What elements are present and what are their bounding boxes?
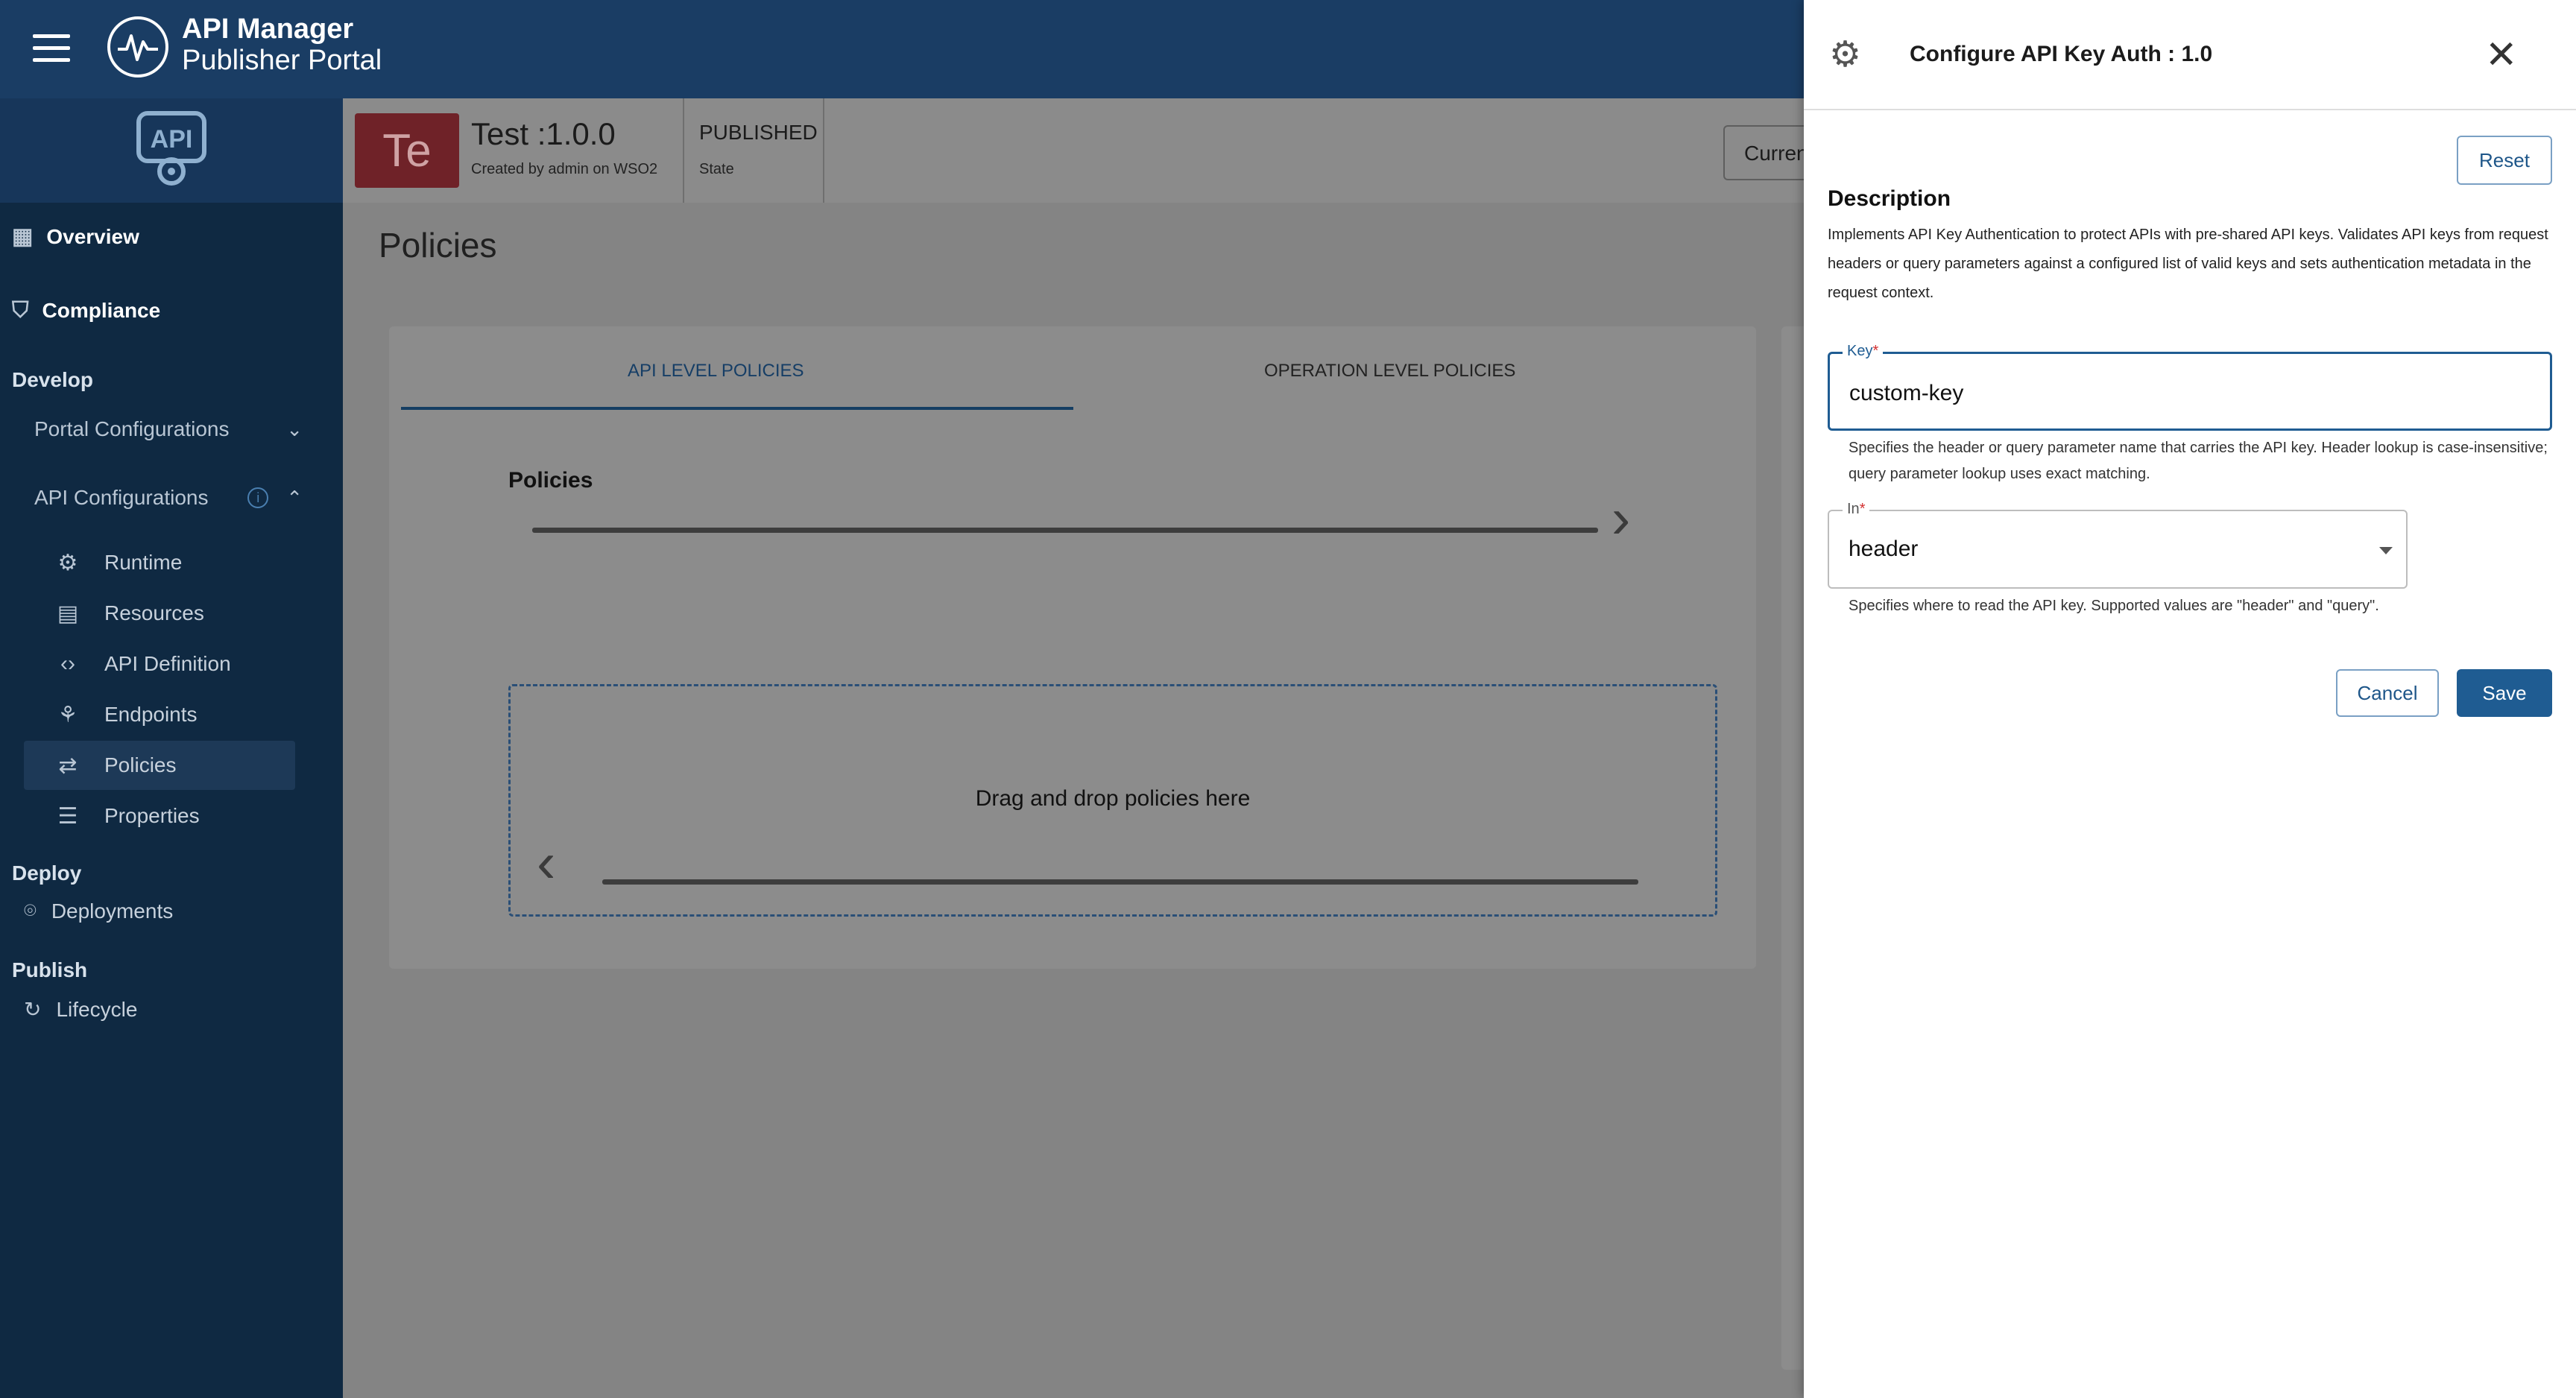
close-icon[interactable]: ✕ bbox=[2485, 34, 2518, 76]
group-label: API Configurations bbox=[34, 486, 209, 509]
app-title-line2: Publisher Portal bbox=[182, 45, 382, 76]
section-develop: Develop bbox=[12, 368, 93, 391]
page-title: Policies bbox=[379, 226, 497, 265]
resources-icon: ▤ bbox=[57, 601, 79, 626]
sidebar-item-label: Deployments bbox=[51, 899, 174, 923]
app-title: API Manager Publisher Portal bbox=[182, 13, 382, 76]
response-flow-line bbox=[602, 879, 1638, 885]
api-logo-text: API bbox=[151, 125, 193, 154]
tab-operation-level-policies[interactable]: OPERATION LEVEL POLICIES bbox=[1264, 361, 1515, 382]
sidebar-item-properties[interactable]: ☰ Properties bbox=[24, 791, 295, 841]
configure-policy-drawer: ⚙ Configure API Key Auth : 1.0 ✕ Reset D… bbox=[1804, 0, 2576, 1398]
info-icon[interactable]: i bbox=[247, 487, 269, 508]
gear-icon: ⚙ bbox=[57, 550, 78, 575]
in-select[interactable]: header bbox=[1828, 510, 2408, 589]
sidebar-item-label: Resources bbox=[104, 601, 204, 624]
sidebar-item-api-definition[interactable]: ‹› API Definition bbox=[24, 639, 295, 689]
policies-heading: Policies bbox=[508, 468, 593, 493]
in-select-label: In* bbox=[1843, 501, 1870, 518]
sidebar-item-label: Endpoints bbox=[104, 703, 198, 726]
dropzone-text: Drag and drop policies here bbox=[975, 786, 1251, 811]
sidebar-item-label: Runtime bbox=[104, 551, 183, 574]
divider bbox=[683, 98, 684, 203]
menu-icon[interactable] bbox=[33, 34, 70, 64]
app-title-line1: API Manager bbox=[182, 13, 354, 45]
code-icon: ‹› bbox=[60, 651, 75, 676]
sidebar-item-label: Properties bbox=[104, 804, 200, 827]
required-mark: * bbox=[1859, 501, 1866, 517]
dropdown-arrow-icon bbox=[2379, 547, 2393, 554]
sidebar: API ▦ Overview ⛉ Compliance Develop Port… bbox=[0, 98, 343, 1398]
sidebar-item-deployments[interactable]: ⌾ Deployments bbox=[24, 899, 173, 923]
description-heading: Description bbox=[1828, 186, 1951, 211]
shield-icon: ⛉ bbox=[12, 298, 29, 323]
sidebar-item-runtime[interactable]: ⚙ Runtime bbox=[24, 538, 295, 587]
reset-button[interactable]: Reset bbox=[2457, 136, 2552, 185]
sidebar-item-label: Compliance bbox=[42, 299, 161, 322]
api-state-label: State bbox=[699, 161, 734, 177]
in-select-value: header bbox=[1849, 537, 1919, 561]
key-field-helper: Specifies the header or query parameter … bbox=[1849, 440, 2548, 482]
api-state-value: PUBLISHED bbox=[699, 121, 818, 144]
chevron-left-icon: ‹ bbox=[537, 831, 556, 894]
sidebar-item-label: Policies bbox=[104, 753, 177, 777]
tab-api-level-policies[interactable]: API LEVEL POLICIES bbox=[628, 361, 804, 382]
section-publish: Publish bbox=[12, 958, 88, 981]
api-gear-icon: API bbox=[136, 111, 206, 186]
drawer-header: ⚙ Configure API Key Auth : 1.0 ✕ bbox=[1804, 0, 2576, 110]
swap-arrows-icon: ⇄ bbox=[58, 753, 78, 778]
required-mark: * bbox=[1872, 343, 1879, 359]
key-field-value[interactable]: custom-key bbox=[1849, 381, 1963, 406]
group-label: Portal Configurations bbox=[34, 417, 230, 440]
endpoints-icon: ⚘ bbox=[57, 702, 78, 727]
sidebar-item-label: Lifecycle bbox=[56, 997, 138, 1021]
chevron-right-icon: › bbox=[1611, 487, 1631, 550]
dashboard-icon: ▦ bbox=[12, 224, 34, 249]
section-deploy: Deploy bbox=[12, 861, 82, 885]
chevron-up-icon: ⌃ bbox=[286, 486, 303, 509]
request-flow-line bbox=[532, 528, 1598, 533]
in-label-text: In bbox=[1847, 501, 1860, 517]
gear-icon: ⚙ bbox=[1829, 35, 1862, 75]
list-icon: ☰ bbox=[57, 803, 78, 829]
key-field-label: Key* bbox=[1843, 343, 1884, 360]
active-tab-indicator bbox=[401, 407, 1073, 410]
sidebar-item-overview[interactable]: ▦ Overview bbox=[12, 224, 139, 250]
key-label-text: Key bbox=[1847, 343, 1873, 359]
pulse-logo-icon bbox=[107, 16, 168, 78]
api-name: Test :1.0.0 bbox=[471, 116, 616, 151]
sidebar-item-policies[interactable]: ⇄ Policies bbox=[24, 741, 295, 790]
avatar: Te bbox=[355, 113, 459, 188]
cancel-button[interactable]: Cancel bbox=[2336, 669, 2439, 717]
sidebar-item-compliance[interactable]: ⛉ Compliance bbox=[12, 298, 160, 323]
api-created-by: Created by admin on WSO2 bbox=[471, 161, 658, 177]
chevron-down-icon: ⌄ bbox=[286, 417, 303, 440]
location-icon: ⌾ bbox=[24, 899, 37, 922]
sidebar-item-lifecycle[interactable]: ↻ Lifecycle bbox=[24, 997, 137, 1022]
description-text: Implements API Key Authentication to pro… bbox=[1828, 227, 2548, 301]
sidebar-item-label: API Definition bbox=[104, 652, 231, 675]
refresh-icon: ↻ bbox=[24, 998, 42, 1021]
divider bbox=[823, 98, 824, 203]
sidebar-item-resources[interactable]: ▤ Resources bbox=[24, 589, 295, 638]
in-select-helper: Specifies where to read the API key. Sup… bbox=[1849, 598, 2379, 614]
policy-card: API LEVEL POLICIES OPERATION LEVEL POLIC… bbox=[389, 326, 1756, 969]
sidebar-group-portal-configurations[interactable]: Portal Configurations ⌄ bbox=[34, 417, 303, 441]
sidebar-group-api-configurations[interactable]: API Configurations i ⌃ bbox=[34, 486, 303, 510]
drawer-title: Configure API Key Auth : 1.0 bbox=[1910, 42, 2213, 66]
sidebar-item-endpoints[interactable]: ⚘ Endpoints bbox=[24, 690, 295, 739]
api-logo: API bbox=[0, 98, 343, 203]
key-field[interactable]: custom-key bbox=[1828, 352, 2552, 431]
save-button[interactable]: Save bbox=[2457, 669, 2552, 717]
sidebar-item-label: Overview bbox=[46, 224, 139, 248]
